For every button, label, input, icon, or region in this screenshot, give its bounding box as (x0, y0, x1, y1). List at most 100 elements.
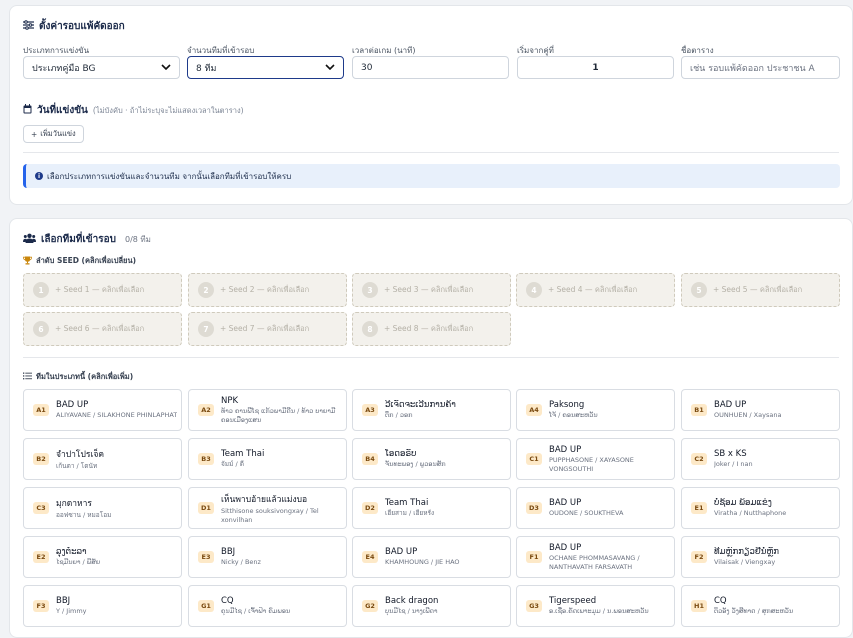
plus-icon: + (31, 129, 38, 139)
team-code-badge: E3 (198, 551, 214, 563)
seed-number: 1 (33, 282, 49, 298)
team-info: BAD UP OUDONE / SOUKTHEVA (549, 498, 624, 517)
start-match-input[interactable]: 1 (517, 56, 674, 79)
team-players: PUPPHASONE / XAYASONE VONGSOUTHI (549, 456, 634, 473)
team-card-b1[interactable]: B1 BAD UP OUNHUEN / Xaysana (681, 389, 840, 431)
team-info: เห็นพาบอ้ายแล้วแม่งบอ Sitthisone souksivo… (221, 492, 346, 523)
team-card-e1[interactable]: E1 ບໍ່ຊ້ອມ ພ້ອມແຂ່ງ Viratha / Nutthaphone (681, 487, 840, 529)
seed-label: + Seed 2 — คลิกเพื่อเลือก (220, 285, 310, 294)
calendar-icon (23, 104, 32, 117)
team-name: Team Thai (385, 498, 429, 509)
team-info: มุกดาหาร ออฟซาน / หมอโอม (56, 496, 111, 519)
schedule-title: วันที่แข่งขัน (ไม่บังคับ · ถ้าไม่ระบุจะไ… (23, 103, 244, 118)
team-players: ບຸນມີໄຊ / ນາງເພີດາ (385, 607, 438, 616)
seed-number: 3 (362, 282, 378, 298)
team-players: ຄຸນມີໄຊ / ເຈົ້າຟ້າ ຄົມພອນ (221, 607, 291, 616)
team-card-b3[interactable]: B3 Team Thai จัมม์ / ตี (188, 438, 347, 480)
team-info: Back dragon ບຸນມີໄຊ / ນາງເພີດາ (385, 596, 438, 615)
team-info: ທີມຫຼົກກຽວຢີ່ນໍ່ຫຼັກ Vilaisak / Viengxay (714, 547, 779, 566)
team-card-e3[interactable]: E3 BBJ Nicky / Benz (188, 536, 347, 578)
seed-slot-3[interactable]: 3 + Seed 3 — คลิกเพื่อเลือก (352, 273, 511, 307)
team-code-badge: F1 (526, 551, 542, 563)
team-name: เห็นพาบอ้ายแล้วแม่งบอ (221, 495, 308, 506)
seed-label: + Seed 3 — คลิกเพื่อเลือก (384, 285, 474, 294)
team-code-badge: A1 (33, 404, 49, 416)
game-time-input[interactable]: 30 (352, 56, 509, 79)
divider (23, 152, 839, 153)
team-info: Tigerspeed ອ.ເຊື່ອ.ຄັດເພາະມຸມ / ນ.ພອນສະຫວ… (549, 596, 649, 615)
team-players: KHAMHOUNG / JIE HAO (385, 558, 460, 567)
team-info: BBJ Y / Jimmy (56, 596, 87, 615)
seed-slot-5[interactable]: 5 + Seed 5 — คลิกเพื่อเลือก (681, 273, 840, 307)
seed-slot-6[interactable]: 6 + Seed 6 — คลิกเพื่อเลือก (23, 312, 182, 346)
team-name: BBJ (56, 596, 71, 607)
team-count-select[interactable]: 8 ทีม (187, 56, 344, 79)
team-card-d2[interactable]: D2 Team Thai เฮียสาม / เฮียหรั่ง (352, 487, 511, 529)
team-card-a3[interactable]: A3 ວີເຈັດຈະເວີນການຄ້າ ຕຶກ / ວອກ (352, 389, 511, 431)
team-name: BAD UP (549, 543, 582, 554)
team-info: BAD UP PUPPHASONE / XAYASONE VONGSOUTHI (549, 445, 674, 472)
seed-slot-1[interactable]: 1 + Seed 1 — คลิกเพื่อเลือก (23, 273, 182, 307)
team-players: Viratha / Nutthaphone (714, 509, 787, 518)
divider (23, 357, 839, 358)
team-card-e2[interactable]: E2 ລຸງຕ໋ະລາ ໄຊມີນຍາ / ພີສັຍ (23, 536, 182, 578)
team-name: Back dragon (385, 596, 439, 607)
selected-count: 0/8 ทีม (124, 235, 151, 244)
team-players: Joker / I nan (714, 460, 753, 469)
team-card-b4[interactable]: B4 ໂອດອຣັບ ຈັນທະພອງ / ພູວອນສັກ (352, 438, 511, 480)
team-code-badge: A4 (526, 404, 542, 416)
team-name: Team Thai (221, 449, 265, 460)
team-code-badge: E4 (362, 551, 378, 563)
team-card-e4[interactable]: E4 BAD UP KHAMHOUNG / JIE HAO (352, 536, 511, 578)
team-name: มุกดาหาร (56, 499, 92, 510)
team-card-c2[interactable]: C2 SB x KS Joker / I nan (681, 438, 840, 480)
team-list-title: ทีมในประเภทนี้ (คลิกเพื่อเพิ่ม) (23, 371, 133, 383)
team-card-d3[interactable]: D3 BAD UP OUDONE / SOUKTHEVA (516, 487, 675, 529)
chevron-down-icon (161, 62, 171, 73)
seed-number: 4 (526, 282, 542, 298)
team-card-a2[interactable]: A2 NPK ທ້າວ ຄານພີໂຊ ແກ້ວພາມີດີນ / ທ້າວ ບາຍ… (188, 389, 347, 431)
settings-title: ตั้งค่ารอบแพ้คัดออก (23, 19, 125, 34)
team-name: BAD UP (549, 498, 582, 509)
team-card-d1[interactable]: D1 เห็นพาบอ้ายแล้วแม่งบอ Sitthisone souksi… (188, 487, 347, 529)
team-code-badge: B1 (691, 404, 707, 416)
team-code-badge: E2 (33, 551, 49, 563)
team-players: เก้นตา / โตนัท (56, 462, 98, 471)
team-name: Tigerspeed (549, 596, 597, 607)
team-name: NPK (221, 396, 239, 407)
team-name: CQ (714, 596, 727, 607)
seed-slot-4[interactable]: 4 + Seed 4 — คลิกเพื่อเลือก (516, 273, 675, 307)
trophy-icon (23, 256, 32, 267)
team-info: BAD UP OUNHUEN / Xaysana (714, 400, 781, 419)
seed-slot-2[interactable]: 2 + Seed 2 — คลิกเพื่อเลือก (188, 273, 347, 307)
sliders-icon (23, 20, 34, 33)
team-players: Y / Jimmy (56, 607, 87, 616)
team-card-c3[interactable]: C3 มุกดาหาร ออฟซาน / หมอโอม (23, 487, 182, 529)
team-info: Team Thai จัมม์ / ตี (221, 449, 264, 468)
team-info: BAD UP OCHANE PHOMMASAVANG / NANTHAVATH F… (549, 543, 674, 570)
seed-label: + Seed 4 — คลิกเพื่อเลือก (548, 285, 638, 294)
seed-slot-8[interactable]: 8 + Seed 8 — คลิกเพื่อเลือก (352, 312, 511, 346)
team-info: Paksong ໂຈ້ / ຄອນສະຫວັນ (549, 400, 598, 419)
table-name-input[interactable]: เช่น รอบแพ้คัดออก ประชาชน A (681, 56, 840, 79)
team-code-badge: G1 (198, 600, 214, 612)
team-info: ບໍ່ຊ້ອມ ພ້ອມແຂ່ງ Viratha / Nutthaphone (714, 498, 786, 517)
add-day-button[interactable]: + เพิ่มวันแข่ง (23, 125, 84, 143)
team-code-badge: B2 (33, 453, 49, 465)
team-card-a1[interactable]: A1 BAD UP ALIYAVANE / SILAKHONE PHINLAPHAT (23, 389, 182, 431)
team-name: Paksong (549, 400, 585, 411)
team-players: ຈັນທະພອງ / ພູວອນສັກ (385, 460, 446, 469)
team-name: SB x KS (714, 449, 747, 460)
team-info: CQ ຕິວອັງ ວັງສີທາດ / ສຸກສະຫວັນ (714, 596, 793, 615)
team-name: BAD UP (56, 400, 89, 411)
category-select[interactable]: ประเภทคู่มือ BG (23, 56, 180, 79)
team-card-a4[interactable]: A4 Paksong ໂຈ້ / ຄອນສະຫວັນ (516, 389, 675, 431)
team-card-b2[interactable]: B2 จำปาโปรเจ็ค เก้นตา / โตนัท (23, 438, 182, 480)
seed-slot-7[interactable]: 7 + Seed 7 — คลิกเพื่อเลือก (188, 312, 347, 346)
team-card-c1[interactable]: C1 BAD UP PUPPHASONE / XAYASONE VONGSOUTHI (516, 438, 675, 480)
team-card-f1[interactable]: F1 BAD UP OCHANE PHOMMASAVANG / NANTHAVATH… (516, 536, 675, 578)
seed-label: + Seed 6 — คลิกเพื่อเลือก (55, 324, 145, 333)
team-card-f2[interactable]: F2 ທີມຫຼົກກຽວຢີ່ນໍ່ຫຼັກ Vilaisak / Viengxa… (681, 536, 840, 578)
team-code-badge: B4 (362, 453, 378, 465)
list-icon (23, 372, 32, 382)
